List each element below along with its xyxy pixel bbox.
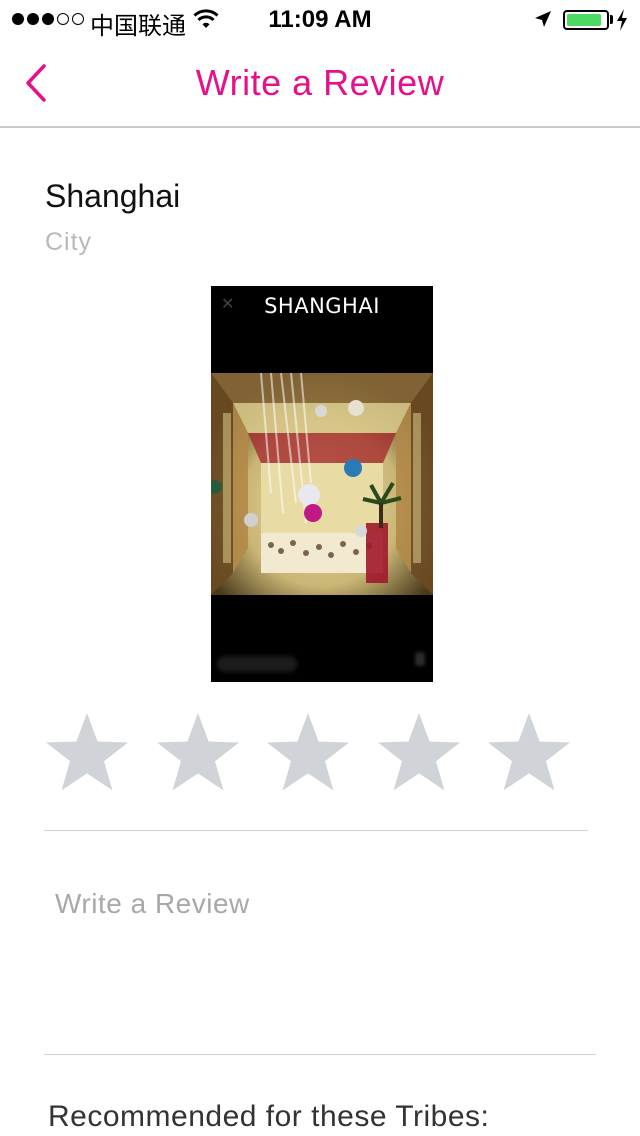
battery-icon [563, 10, 609, 30]
divider-rating [44, 830, 588, 831]
place-type: City [45, 228, 93, 256]
location-arrow-icon [535, 11, 551, 27]
page-title: Write a Review [195, 62, 445, 103]
star-icon-3[interactable] [263, 708, 353, 798]
review-text-input[interactable] [44, 870, 596, 1040]
charging-icon [617, 9, 627, 31]
place-photo[interactable]: ✕ SHANGHAI [211, 286, 433, 682]
photo-footer-label [217, 656, 297, 672]
navigation-bar: Write a Review [0, 40, 640, 128]
photo-footer-icon [415, 652, 425, 666]
tribes-heading: Recommended for these Tribes: [48, 1100, 490, 1133]
place-name: Shanghai [45, 178, 181, 214]
photo-caption: SHANGHAI [264, 294, 380, 318]
shopping-mall-atrium-image [211, 373, 433, 595]
star-icon-5[interactable] [484, 708, 574, 798]
star-icon-4[interactable] [374, 708, 464, 798]
star-icon-2[interactable] [153, 708, 243, 798]
status-bar: 中国联通 11:09 AM [0, 0, 640, 40]
divider-review [44, 1054, 596, 1055]
star-rating [42, 708, 598, 798]
star-icon-1[interactable] [42, 708, 132, 798]
screen: 中国联通 11:09 AM Write a Review Shanghai Ci… [0, 0, 640, 1136]
battery-tip [610, 15, 613, 24]
